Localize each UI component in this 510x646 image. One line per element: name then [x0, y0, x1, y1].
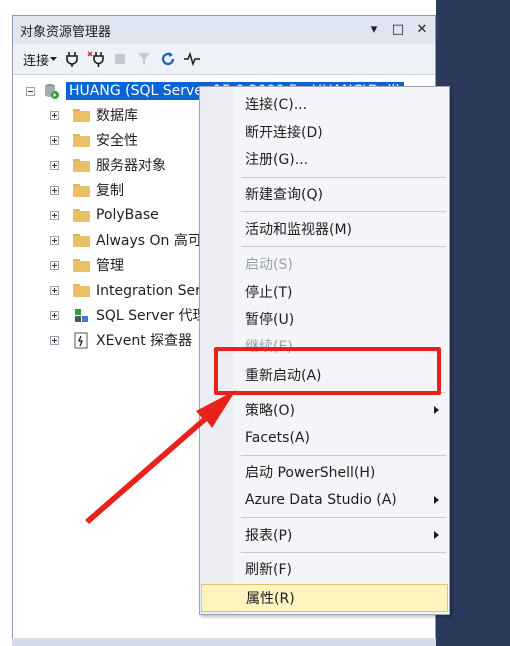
menu-item-label: 属性(R)	[246, 591, 295, 607]
menu-item-policies[interactable]: 策略(O)	[200, 396, 449, 424]
menu-item-pause[interactable]: 暂停(U)	[200, 305, 449, 333]
menu-item-start: 启动(S)	[200, 250, 449, 278]
server-running-icon	[45, 83, 59, 99]
tree-item-label: SQL Server 代理	[96, 308, 207, 324]
menu-item-register[interactable]: 注册(G)...	[200, 145, 449, 173]
menu-item-refresh[interactable]: 刷新(F)	[200, 555, 449, 583]
tree-item-label: 数据库	[96, 108, 138, 124]
sql-agent-icon	[75, 308, 88, 322]
expand-icon[interactable]	[50, 260, 59, 270]
folder-icon	[73, 108, 90, 122]
expand-icon[interactable]	[50, 235, 59, 245]
expand-icon[interactable]	[50, 285, 59, 295]
connect-button-label: 连接	[23, 53, 50, 69]
chevron-down-icon	[50, 57, 58, 61]
filter-icon[interactable]	[134, 49, 154, 69]
menu-item-stop[interactable]: 停止(T)	[200, 278, 449, 306]
menu-item-new-query[interactable]: 新建查询(Q)	[200, 180, 449, 208]
menu-item-reports[interactable]: 报表(P)	[200, 521, 449, 549]
folder-icon	[73, 283, 90, 297]
tree-item-polybase[interactable]: PolyBase	[50, 204, 159, 226]
menu-separator	[241, 177, 446, 178]
tree-item-xevent-profiler[interactable]: XEvent 探查器	[50, 329, 192, 351]
submenu-arrow-icon	[434, 406, 439, 414]
expand-icon[interactable]	[50, 335, 59, 345]
tree-item-replication[interactable]: 复制	[50, 179, 124, 201]
menu-item-disconnect[interactable]: 断开连接(D)	[200, 118, 449, 146]
refresh-icon[interactable]	[158, 49, 178, 69]
activity-monitor-icon[interactable]	[182, 49, 202, 69]
panel-title-bar[interactable]: 对象资源管理器 ▾ □ ✕	[13, 16, 435, 44]
expand-icon[interactable]	[50, 110, 59, 120]
menu-item-label: Azure Data Studio (A)	[245, 492, 397, 508]
folder-icon	[73, 158, 90, 172]
stop-icon[interactable]	[110, 49, 130, 69]
menu-item-label: 注册(G)...	[245, 152, 309, 168]
menu-item-label: 启动(S)	[245, 257, 293, 273]
xevent-icon	[74, 332, 88, 348]
tree-item-security[interactable]: 安全性	[50, 129, 138, 151]
panel-dropdown-icon[interactable]: ▾	[367, 21, 381, 38]
expand-icon[interactable]	[50, 160, 59, 170]
expand-icon[interactable]	[50, 185, 59, 195]
menu-separator	[241, 517, 446, 518]
connect-plug-icon[interactable]	[62, 49, 82, 69]
expand-icon[interactable]	[50, 135, 59, 145]
menu-item-label: 新建查询(Q)	[245, 187, 323, 203]
annotation-highlight-box	[214, 347, 441, 395]
disconnect-plug-icon[interactable]	[86, 49, 106, 69]
expand-icon[interactable]	[50, 310, 59, 320]
menu-item-label: 暂停(U)	[245, 312, 295, 328]
tree-item-label: 安全性	[96, 133, 138, 149]
menu-separator	[241, 455, 446, 456]
panel-close-icon[interactable]: ✕	[415, 21, 429, 38]
menu-item-label: 报表(P)	[245, 528, 293, 544]
menu-separator	[241, 246, 446, 247]
menu-item-label: 连接(C)...	[245, 97, 308, 113]
menu-separator	[241, 552, 446, 553]
object-explorer-toolbar: 连接	[13, 44, 435, 75]
tree-item-databases[interactable]: 数据库	[50, 104, 138, 126]
panel-bottom-edge	[12, 638, 436, 646]
menu-item-label: 活动和监视器(M)	[245, 222, 353, 238]
panel-title: 对象资源管理器	[20, 24, 112, 40]
tree-item-label: XEvent 探查器	[96, 333, 193, 349]
submenu-arrow-icon	[434, 531, 439, 539]
menu-separator	[241, 211, 446, 212]
menu-item-properties[interactable]: 属性(R)	[201, 584, 448, 612]
outer-margin	[0, 0, 12, 646]
menu-item-label: 刷新(F)	[245, 562, 292, 578]
menu-item-azure-data-studio[interactable]: Azure Data Studio (A)	[200, 486, 449, 514]
collapse-icon[interactable]	[26, 86, 35, 96]
folder-icon	[73, 233, 90, 247]
tree-item-management[interactable]: 管理	[50, 254, 124, 276]
menu-item-activity-monitor[interactable]: 活动和监视器(M)	[200, 215, 449, 243]
folder-icon	[73, 183, 90, 197]
menu-item-label: 策略(O)	[245, 403, 295, 419]
menu-item-connect[interactable]: 连接(C)...	[200, 90, 449, 118]
expand-icon[interactable]	[50, 210, 59, 220]
tree-item-label: 复制	[96, 183, 124, 199]
menu-item-label: 断开连接(D)	[245, 125, 323, 141]
folder-icon	[73, 208, 90, 222]
menu-item-label: 启动 PowerShell(H)	[245, 465, 376, 481]
menu-item-label: Facets(A)	[245, 430, 310, 446]
tree-item-label: PolyBase	[96, 207, 159, 223]
menu-item-start-powershell[interactable]: 启动 PowerShell(H)	[200, 458, 449, 486]
submenu-arrow-icon	[434, 496, 439, 504]
tree-item-sql-agent[interactable]: SQL Server 代理	[50, 304, 207, 326]
connect-button[interactable]: 连接	[19, 47, 58, 71]
panel-restore-icon[interactable]: □	[391, 21, 405, 38]
menu-item-label: 停止(T)	[245, 285, 293, 301]
folder-icon	[73, 258, 90, 272]
tree-item-label: 服务器对象	[96, 158, 166, 174]
tree-item-label: 管理	[96, 258, 124, 274]
folder-icon	[73, 133, 90, 147]
menu-item-facets[interactable]: Facets(A)	[200, 424, 449, 452]
tree-item-server-objects[interactable]: 服务器对象	[50, 154, 166, 176]
